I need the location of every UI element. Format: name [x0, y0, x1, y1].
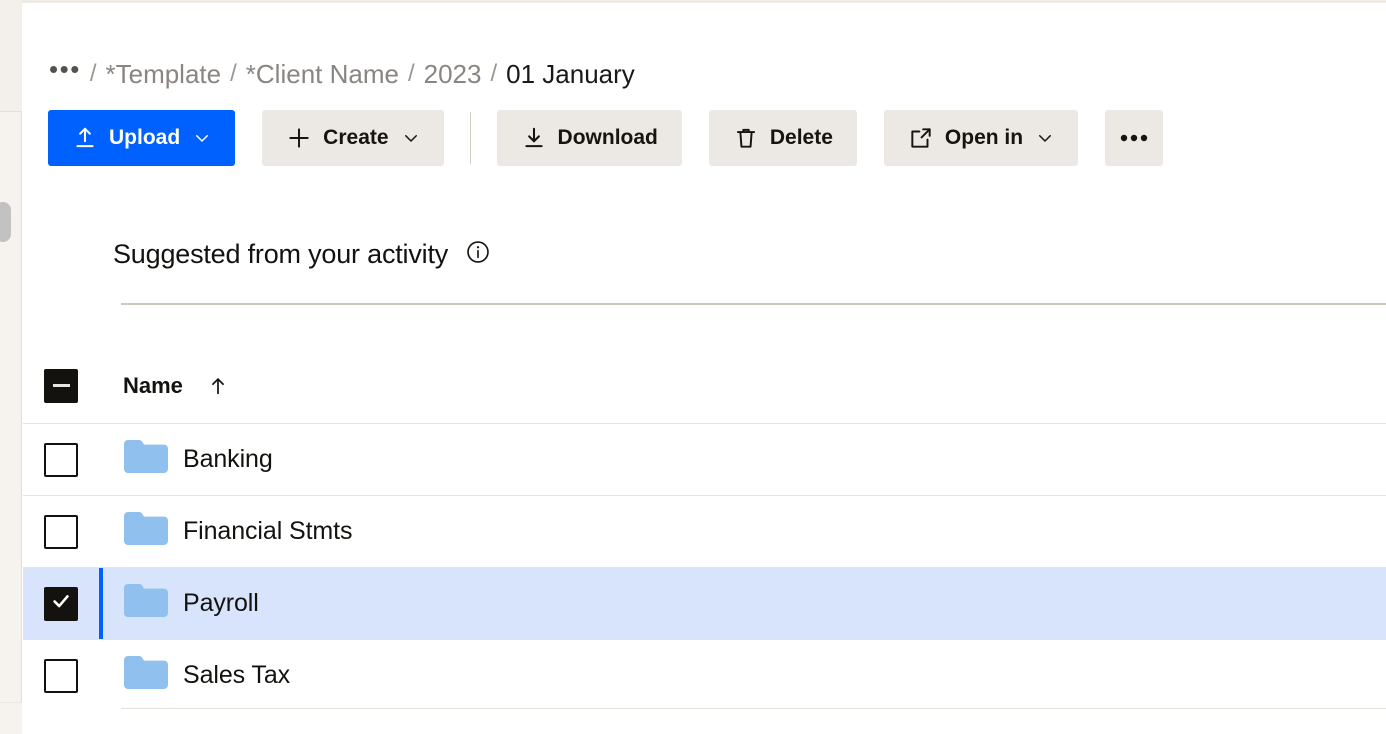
row-name-label: Sales Tax [183, 661, 291, 689]
selection-accent-bar [99, 568, 103, 639]
left-rail-upper-section [0, 0, 22, 112]
table-row-selected[interactable]: Payroll [23, 567, 1386, 639]
breadcrumb-overflow-button[interactable]: ••• [49, 54, 81, 84]
upload-button-label: Upload [109, 126, 181, 149]
select-all-cell [23, 368, 99, 403]
chevron-down-icon [402, 129, 420, 147]
upload-icon [72, 125, 98, 151]
vertical-scrollbar-thumb[interactable] [0, 202, 11, 242]
row-name-label: Banking [183, 445, 273, 473]
breadcrumb-separator: / [89, 60, 97, 87]
row-select-cell [23, 514, 99, 549]
breadcrumb-item-template[interactable]: *Template [105, 59, 221, 89]
name-column-header[interactable]: Name [99, 373, 229, 399]
plus-icon [286, 125, 312, 151]
file-browser-window: ••• / *Template / *Client Name / 2023 / … [0, 0, 1386, 734]
sort-ascending-icon [207, 375, 229, 397]
folder-icon [123, 582, 169, 625]
download-button[interactable]: Download [496, 110, 682, 166]
table-row[interactable]: Sales Tax [23, 639, 1386, 711]
folder-icon [123, 510, 169, 553]
download-button-label: Download [557, 126, 658, 149]
name-column-label: Name [123, 372, 183, 398]
row-checkbox[interactable] [44, 658, 78, 693]
breadcrumb-separator: / [407, 60, 415, 87]
breadcrumb-item-current: 01 January [506, 59, 635, 89]
row-checkbox[interactable] [44, 586, 78, 621]
table-header-row: Name [23, 348, 1386, 423]
upload-button[interactable]: Upload [48, 110, 236, 166]
check-icon [50, 590, 72, 617]
file-table: Name Banking Financial Stmts Payroll Sal… [23, 348, 1386, 711]
breadcrumb-separator: / [230, 60, 237, 87]
row-checkbox[interactable] [44, 514, 78, 549]
external-link-icon [908, 125, 934, 151]
toolbar-divider [469, 112, 471, 164]
table-row[interactable]: Banking [23, 423, 1386, 495]
select-all-checkbox[interactable] [44, 368, 78, 403]
breadcrumb: ••• / *Template / *Client Name / 2023 / … [49, 54, 635, 89]
indeterminate-dash-icon [52, 384, 70, 387]
row-select-cell [23, 586, 99, 621]
trash-icon [733, 125, 759, 151]
more-options-button[interactable] [1105, 110, 1164, 166]
suggested-divider [121, 303, 1386, 305]
create-button[interactable]: Create [262, 110, 444, 166]
suggested-title: Suggested from your activity [113, 239, 449, 269]
create-button-label: Create [323, 126, 389, 149]
table-row[interactable]: Financial Stmts [23, 495, 1386, 567]
breadcrumb-item-client-name[interactable]: *Client Name [246, 59, 399, 89]
chevron-down-icon [1036, 129, 1054, 147]
toolbar: Upload Create Download Delete Open in [48, 110, 1164, 166]
left-rail-lower-section [0, 702, 22, 734]
open-in-button-label: Open in [944, 126, 1024, 149]
row-name-cell: Sales Tax [99, 654, 290, 697]
download-icon [521, 125, 547, 151]
row-name-cell: Payroll [99, 582, 259, 625]
breadcrumb-separator: / [490, 60, 498, 87]
row-select-cell [23, 658, 99, 693]
row-name-cell: Banking [99, 438, 273, 481]
row-checkbox[interactable] [44, 442, 78, 477]
row-name-label: Financial Stmts [183, 517, 353, 545]
folder-icon [123, 654, 169, 697]
row-name-label: Payroll [183, 589, 259, 617]
chevron-down-icon [193, 129, 211, 147]
row-name-cell: Financial Stmts [99, 510, 352, 553]
left-rail [0, 0, 22, 734]
open-in-button[interactable]: Open in [883, 110, 1079, 166]
ellipsis-icon [1120, 133, 1148, 143]
delete-button-label: Delete [769, 126, 833, 149]
delete-button[interactable]: Delete [708, 110, 857, 166]
folder-icon [123, 438, 169, 481]
suggested-section-header: Suggested from your activity [113, 239, 491, 270]
row-select-cell [23, 442, 99, 477]
main-content: ••• / *Template / *Client Name / 2023 / … [23, 3, 1386, 734]
info-icon[interactable] [465, 239, 491, 270]
table-bottom-divider [121, 708, 1386, 709]
breadcrumb-item-2023[interactable]: 2023 [424, 59, 482, 89]
